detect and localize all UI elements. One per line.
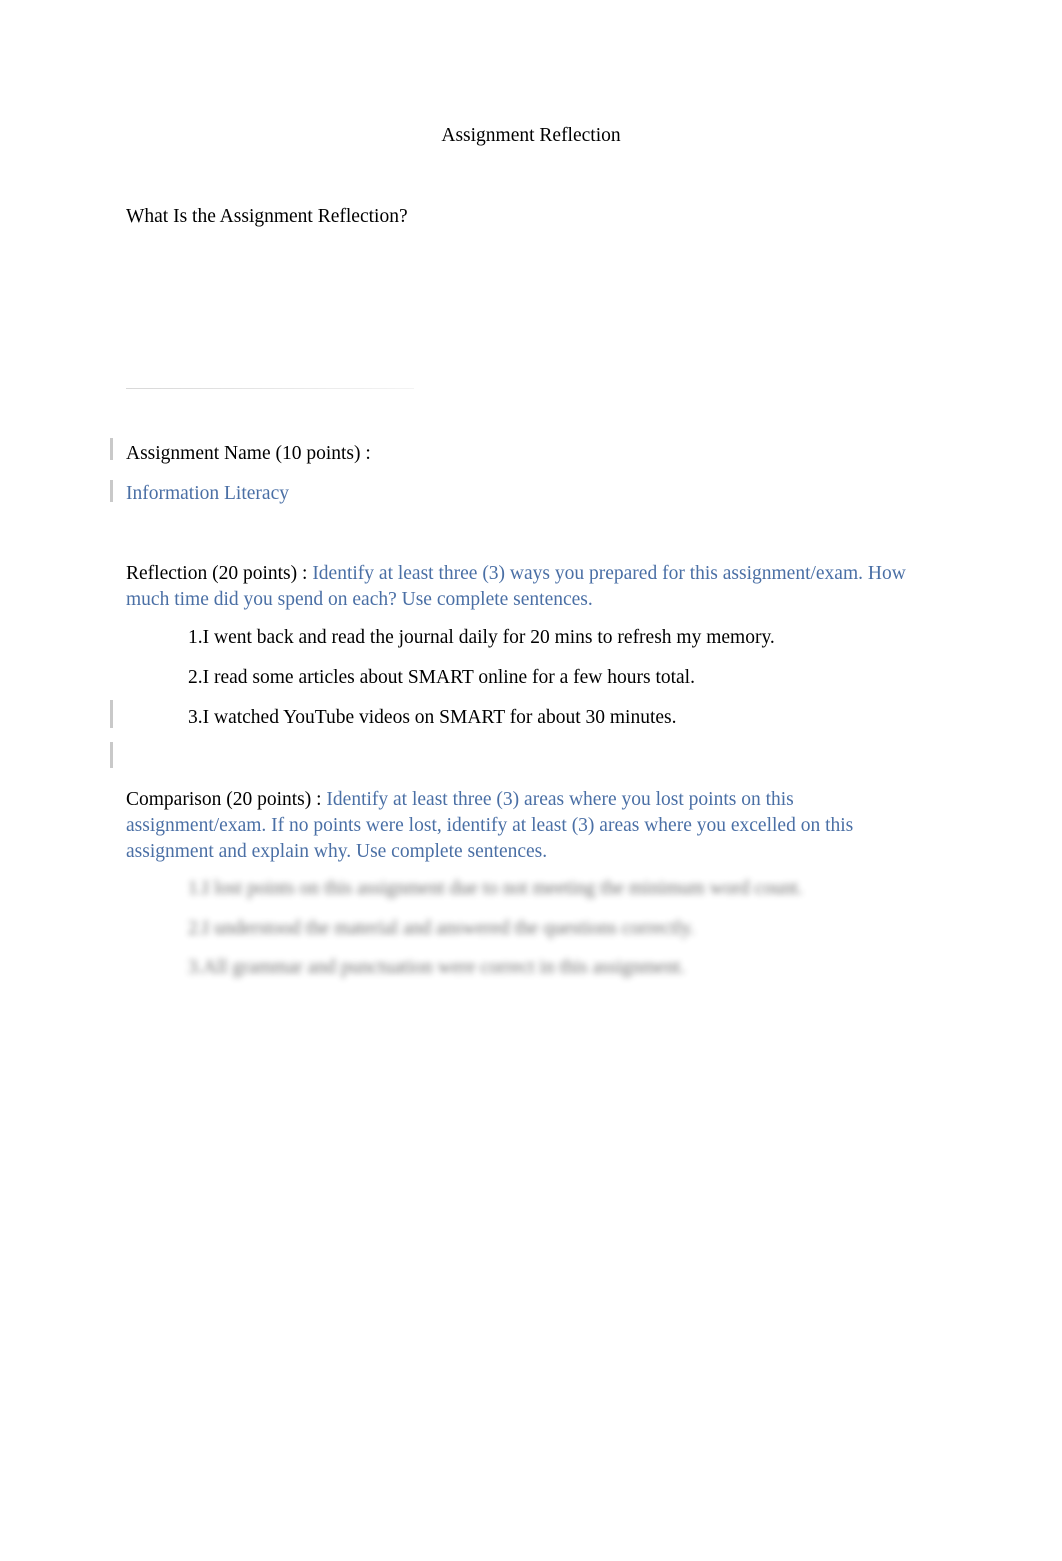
change-bar-marker (110, 480, 113, 502)
page-title: Assignment Reflection (441, 125, 621, 146)
list-item: 1.I went back and read the journal daily… (188, 627, 775, 648)
assignment-name-label-text: Assignment Name (10 points) : (126, 443, 371, 464)
list-item: 1.I lost points on this assignment due t… (188, 878, 803, 899)
section-heading-what-is: What Is the Assignment Reflection? (126, 206, 408, 227)
comparison-section: Comparison (20 points) : Identify at lea… (126, 787, 916, 865)
change-bar-marker (110, 700, 113, 728)
list-item: 2.I understood the material and answered… (188, 918, 695, 939)
change-bar-marker (110, 438, 113, 460)
list-item: 3.All grammar and punctuation were corre… (188, 957, 686, 978)
list-item: 3.I watched YouTube videos on SMART for … (188, 707, 677, 728)
comparison-label: Comparison (20 points) : (126, 789, 327, 810)
assignment-name-label: Assignment Name (10 points) : (126, 441, 926, 467)
document-page: Assignment Reflection What Is the Assign… (0, 0, 1062, 1561)
change-bar-marker (110, 742, 113, 768)
reflection-label: Reflection (20 points) : (126, 563, 313, 584)
assignment-name-answer-text: Information Literacy (126, 483, 289, 504)
divider (126, 388, 414, 389)
reflection-section: Reflection (20 points) : Identify at lea… (126, 561, 926, 613)
assignment-name-answer: Information Literacy (126, 481, 926, 507)
list-item: 2.I read some articles about SMART onlin… (188, 667, 695, 688)
